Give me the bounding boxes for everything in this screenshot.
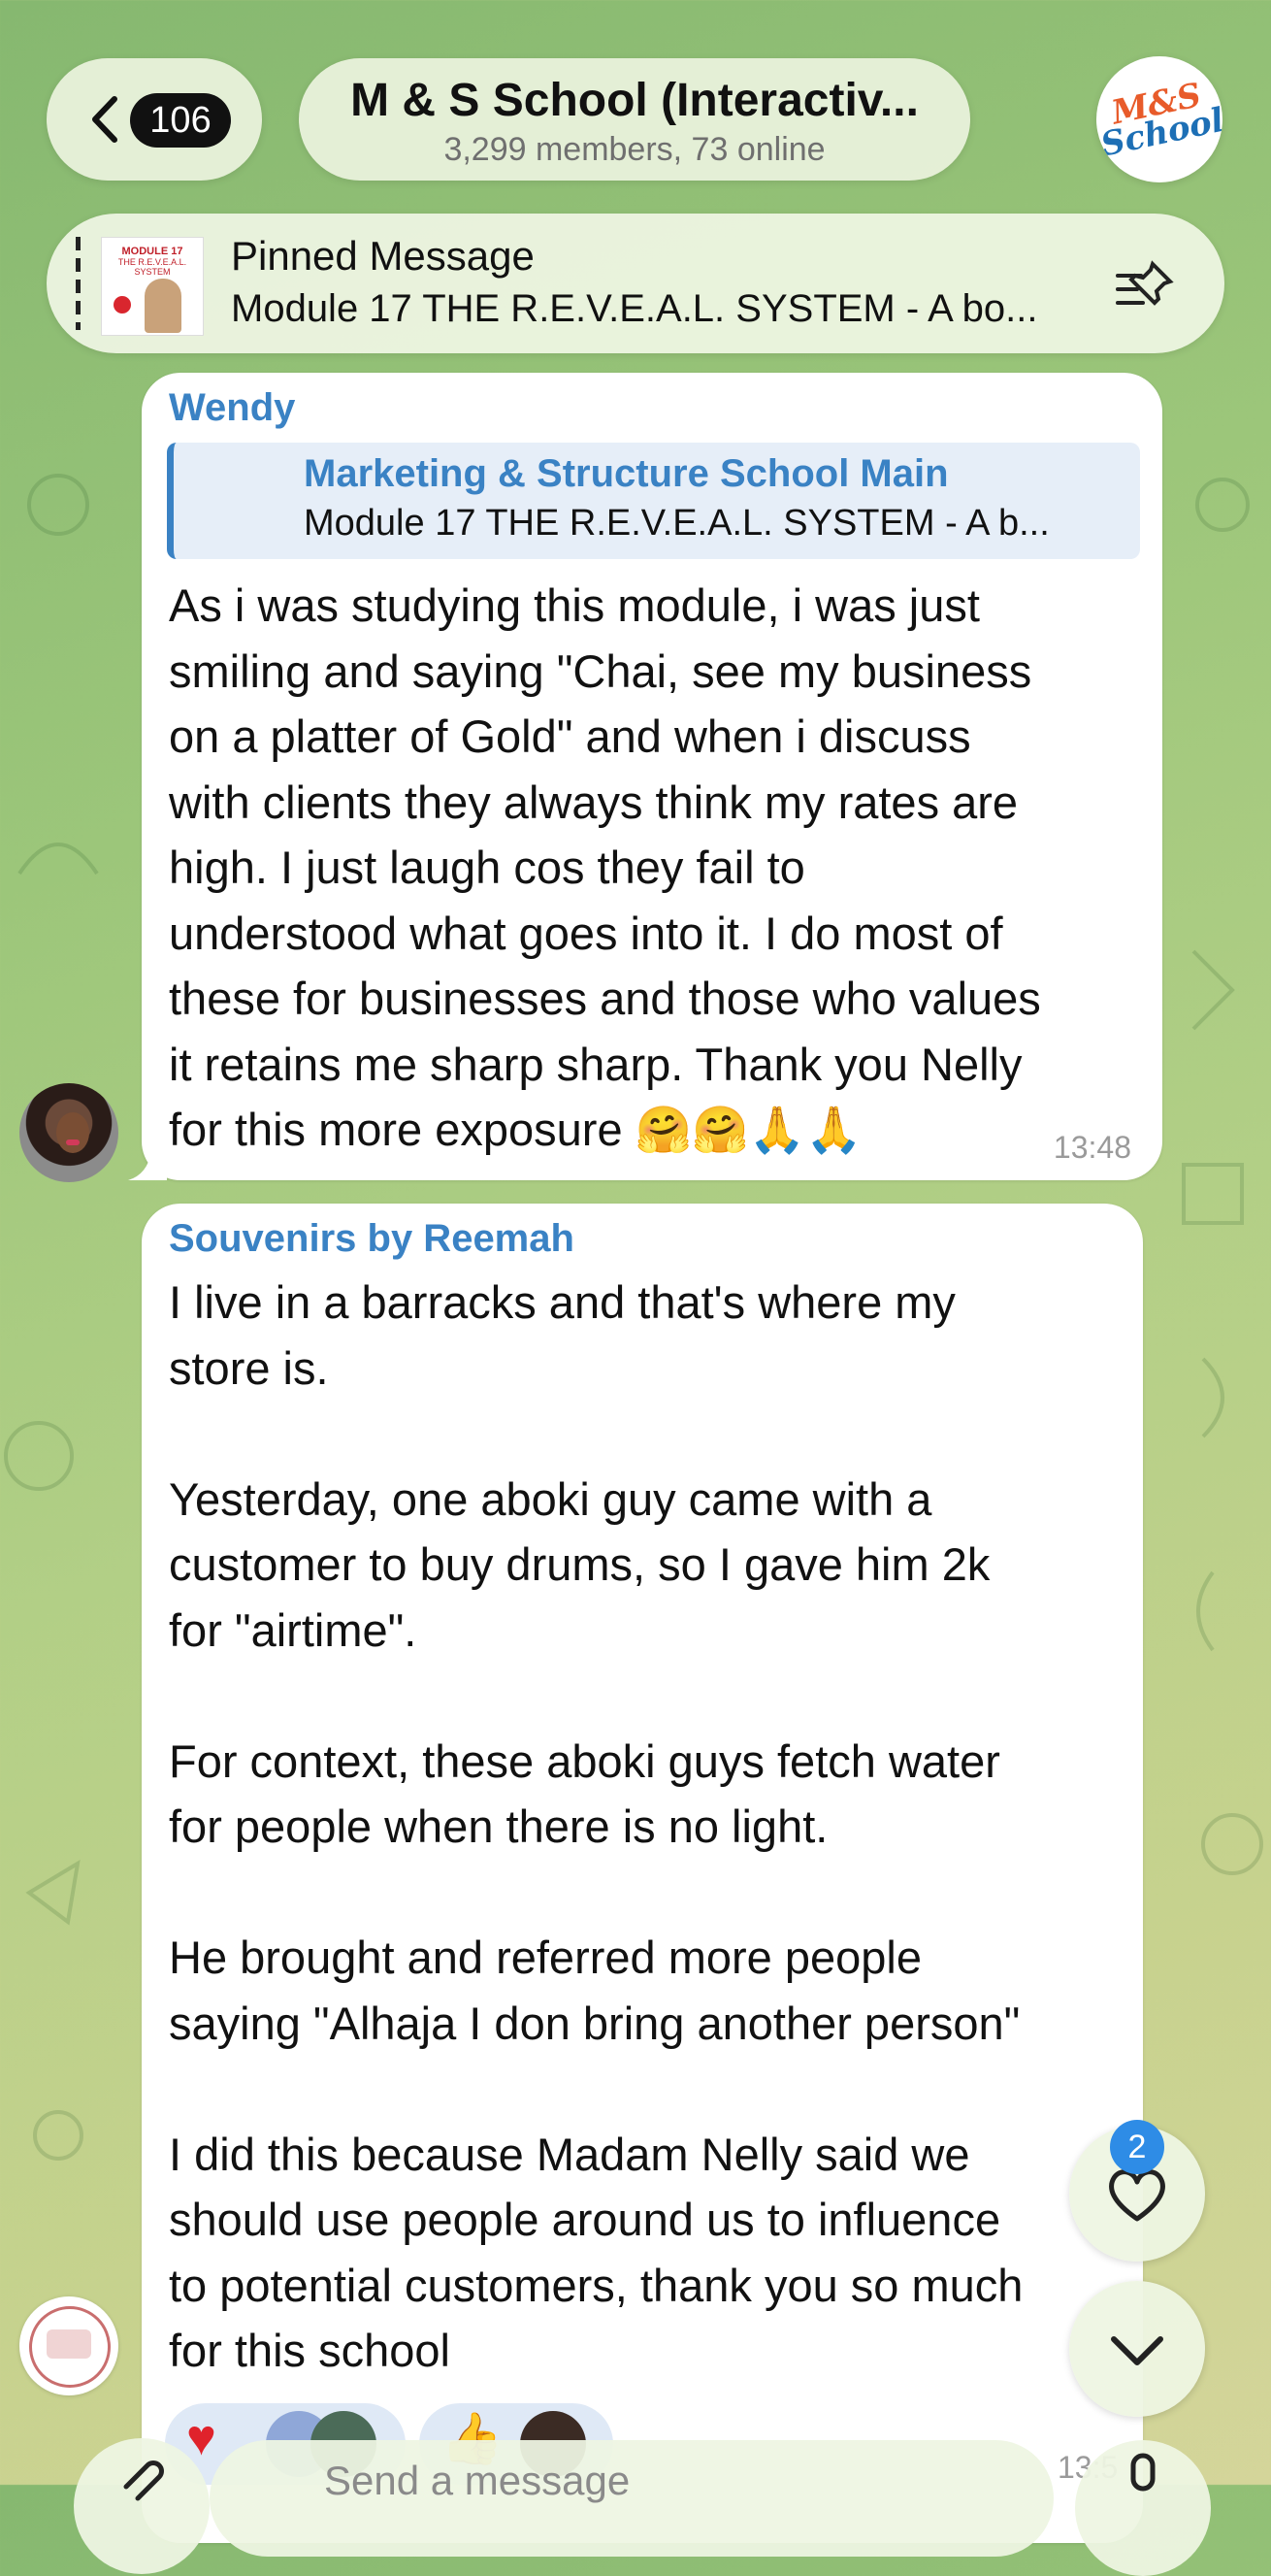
pinned-message-bar[interactable]: MODULE 17 THE R.E.V.E.A.L. SYSTEM Pinned… — [47, 214, 1224, 353]
pinned-indicator — [76, 237, 81, 330]
pinned-text: Module 17 THE R.E.V.E.A.L. SYSTEM - A bo… — [231, 287, 1038, 330]
reply-quote-author: Marketing & Structure School Main — [304, 452, 949, 495]
message-bubble[interactable]: Souvenirs by Reemah I live in a barracks… — [142, 1204, 1143, 2543]
chat-title: M & S School (Interactiv... — [350, 75, 919, 126]
message-sender[interactable]: Wendy — [169, 386, 295, 430]
avatar[interactable] — [19, 2296, 118, 2395]
message-time: 13:48 — [1053, 1130, 1131, 1165]
microphone-icon — [1130, 2453, 1156, 2492]
message-bubble[interactable]: Wendy Marketing & Structure School Main … — [142, 373, 1162, 1180]
thumbnail-person — [145, 279, 181, 333]
back-button[interactable]: 106 — [47, 58, 262, 181]
back-chevron-icon — [92, 96, 117, 143]
scroll-down-button[interactable] — [1069, 2281, 1205, 2417]
chat-title-area[interactable]: M & S School (Interactiv... 3,299 member… — [299, 58, 970, 181]
pinned-thumbnail: MODULE 17 THE R.E.V.E.A.L. SYSTEM — [101, 237, 204, 336]
avatar[interactable] — [19, 1083, 118, 1182]
microphone-button[interactable] — [1075, 2440, 1211, 2576]
message-sender[interactable]: Souvenirs by Reemah — [169, 1217, 574, 1261]
message-text: As i was studying this module, i was jus… — [169, 579, 1041, 1155]
group-avatar[interactable]: M&S School — [1096, 56, 1222, 182]
pin-list-icon[interactable] — [1114, 254, 1184, 313]
reply-quote[interactable]: Marketing & Structure School Main Module… — [167, 443, 1140, 559]
message-input-placeholder: Send a message — [324, 2458, 631, 2503]
attach-button[interactable] — [74, 2438, 210, 2574]
reaction-count-badge: 2 — [1110, 2120, 1164, 2174]
message-text: I live in a barracks and that's where my… — [169, 1276, 1024, 2376]
reply-quote-text: Module 17 THE R.E.V.E.A.L. SYSTEM - A b.… — [304, 503, 1050, 544]
thumbnail-badge — [114, 296, 131, 314]
pinned-label: Pinned Message — [231, 233, 535, 279]
unread-count-badge: 106 — [130, 93, 231, 148]
chat-member-status: 3,299 members, 73 online — [443, 131, 826, 168]
chevron-down-icon — [1111, 2336, 1163, 2365]
message-input[interactable]: Send a message — [210, 2440, 1054, 2557]
paperclip-icon — [123, 2460, 164, 2501]
group-logo: M&S School — [1097, 76, 1222, 165]
bubble-tail — [128, 1151, 167, 1180]
